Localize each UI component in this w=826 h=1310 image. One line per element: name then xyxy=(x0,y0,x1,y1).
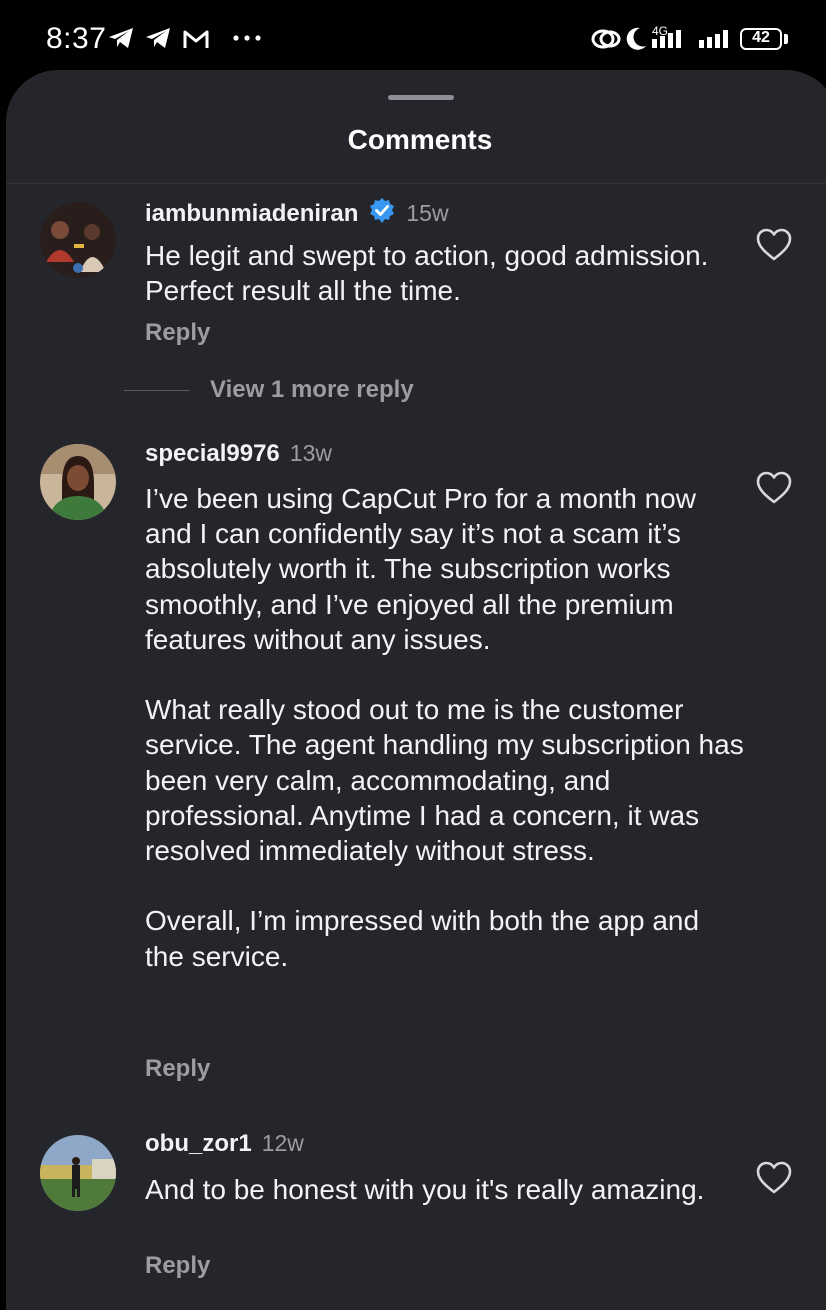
view-replies-line xyxy=(124,390,190,391)
comment-username[interactable]: iambunmiadeniran 15w xyxy=(145,197,449,228)
moon-icon xyxy=(626,27,646,50)
avatar[interactable] xyxy=(40,1135,116,1211)
avatar[interactable] xyxy=(40,444,116,520)
username-text: obu_zor1 xyxy=(145,1130,252,1157)
avatar[interactable] xyxy=(40,202,116,278)
view-more-replies-button[interactable]: View 1 more reply xyxy=(210,376,414,404)
heart-icon[interactable] xyxy=(755,1160,793,1196)
comment-age: 13w xyxy=(289,440,332,466)
comment-text: He legit and swept to action, good admis… xyxy=(145,240,709,307)
reply-button[interactable]: Reply xyxy=(145,319,210,347)
status-time: 8:37 xyxy=(46,22,107,55)
comment-age: 12w xyxy=(261,1130,304,1156)
gmail-icon xyxy=(183,30,209,48)
hotspot-icon xyxy=(591,29,621,49)
verified-badge-icon xyxy=(370,198,395,223)
signal-icon xyxy=(652,30,681,48)
comment-username[interactable]: special9976 13w xyxy=(145,440,332,468)
telegram-icon xyxy=(146,28,170,48)
telegram-icon xyxy=(109,28,133,48)
heart-icon[interactable] xyxy=(755,227,793,263)
signal-icon xyxy=(699,30,728,48)
battery-level: 42 xyxy=(752,29,770,46)
sheet-title: Comments xyxy=(347,124,493,155)
comment-text: I’ve been using CapCut Pro for a month n… xyxy=(145,483,744,972)
reply-button[interactable]: Reply xyxy=(145,1252,210,1280)
reply-button[interactable]: Reply xyxy=(145,1055,210,1083)
sheet-drag-handle[interactable] xyxy=(388,95,454,100)
username-text: iambunmiadeniran xyxy=(145,200,359,227)
divider xyxy=(6,183,826,184)
status-bar: 8:37 4G 42 xyxy=(0,0,826,72)
battery-tip xyxy=(784,34,788,44)
comment-age: 15w xyxy=(406,200,449,226)
battery-icon: 42 xyxy=(740,28,782,50)
username-text: special9976 xyxy=(145,440,280,467)
comment-text: And to be honest with you it's really am… xyxy=(145,1174,705,1205)
comment-username[interactable]: obu_zor1 12w xyxy=(145,1130,304,1158)
heart-icon[interactable] xyxy=(755,470,793,506)
more-dots-icon xyxy=(233,35,261,41)
